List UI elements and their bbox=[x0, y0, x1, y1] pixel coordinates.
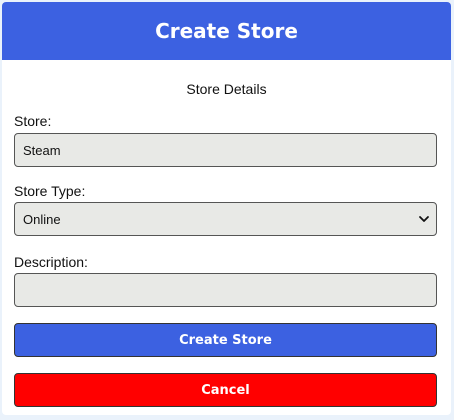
cancel-button-label: Cancel bbox=[201, 382, 250, 398]
store-type-select[interactable]: Online bbox=[14, 202, 437, 236]
store-type-label: Store Type: bbox=[14, 183, 86, 199]
description-input[interactable] bbox=[14, 273, 437, 307]
store-form: Store: Store Type: Online Description: C… bbox=[2, 113, 451, 407]
page-title: Create Store bbox=[155, 19, 298, 43]
store-input[interactable] bbox=[14, 133, 437, 167]
cancel-button[interactable]: Cancel bbox=[14, 373, 437, 407]
page-header: Create Store bbox=[2, 2, 451, 60]
section-title: Store Details bbox=[186, 81, 267, 97]
create-store-button-label: Create Store bbox=[179, 332, 272, 348]
description-label: Description: bbox=[14, 254, 88, 270]
create-store-button[interactable]: Create Store bbox=[14, 323, 437, 357]
create-store-card: Create Store Store Details Store: Store … bbox=[2, 2, 451, 415]
store-type-selected: Online bbox=[23, 211, 61, 227]
store-label: Store: bbox=[14, 113, 52, 129]
chevron-down-icon bbox=[419, 216, 429, 222]
